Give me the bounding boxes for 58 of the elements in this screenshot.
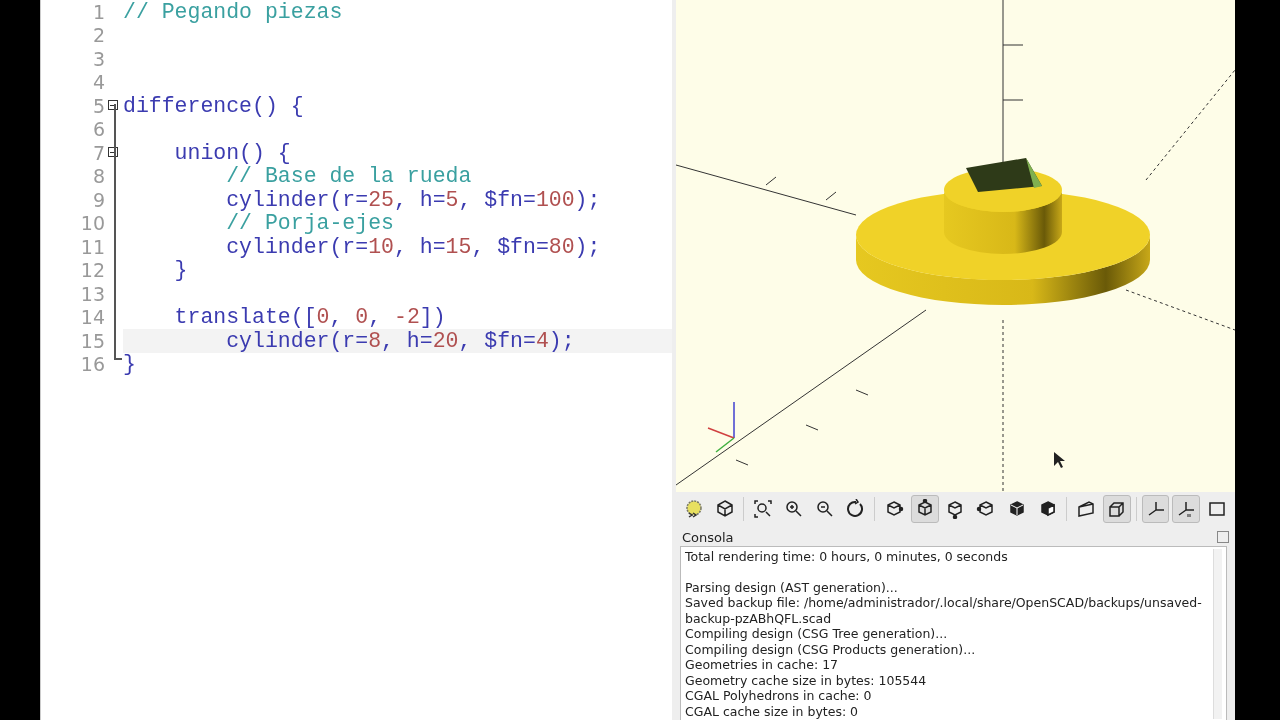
line-number: 2	[91, 24, 105, 47]
code-line: cylinder(r=8, h=20, $fn=4);	[225, 328, 575, 353]
console-line: Geometry cache size in bytes: 105544	[685, 672, 928, 688]
view-top-button[interactable]	[910, 495, 939, 523]
console-line: Geometries in cache: 17	[685, 657, 840, 673]
axes-button[interactable]	[1141, 495, 1170, 523]
cursor-icon	[1054, 452, 1065, 468]
code-line: }	[173, 258, 188, 283]
orthogonal-icon	[1106, 499, 1127, 519]
code-line: // Porja-ejes	[225, 211, 394, 236]
render-cube-icon	[714, 499, 735, 519]
fold-toggle-icon[interactable]	[108, 100, 118, 110]
line-number: 3	[91, 47, 105, 70]
line-number: 16	[79, 353, 105, 376]
line-number: 14	[79, 306, 105, 329]
code-line: cylinder(r=25, h=5, $fn=100);	[225, 187, 601, 212]
orthogonal-button[interactable]	[1103, 495, 1131, 523]
reset-view-icon	[845, 499, 866, 519]
perspective-icon	[1076, 499, 1097, 519]
line-number: 15	[79, 329, 105, 352]
fold-toggle-icon[interactable]	[108, 147, 118, 157]
console-line: Compiling design (CSG Tree generation)...	[685, 626, 949, 642]
line-number: 9	[91, 188, 105, 211]
code-line: // Base de la rueda	[225, 164, 472, 189]
line-number: 5	[91, 94, 105, 117]
code-line: translate([0, 0, -2])	[173, 305, 446, 330]
zoom-fit-icon	[753, 499, 774, 519]
preview-icon	[683, 499, 704, 519]
edges-icon	[1207, 499, 1228, 519]
console-line: CGAL cache size in bytes: 0	[685, 703, 860, 719]
view-right-icon	[884, 499, 905, 519]
code-line: cylinder(r=10, h=15, $fn=80);	[225, 234, 601, 259]
axis-gizmo-icon	[707, 401, 735, 453]
close-icon[interactable]	[1217, 531, 1229, 543]
scale-axes-icon	[1176, 499, 1197, 519]
console-line: CGAL Polyhedrons in cache: 0	[685, 688, 873, 704]
line-number: 12	[79, 259, 105, 282]
line-number: 4	[91, 71, 105, 94]
code-line: // Pegando piezas	[123, 0, 343, 24]
scrollbar[interactable]	[1213, 549, 1222, 719]
line-number: 7	[91, 141, 105, 164]
code-line: union() {	[173, 140, 291, 165]
line-number: 8	[91, 165, 105, 188]
console-line: Total rendering time: 0 hours, 0 minutes, 0 seconds	[685, 549, 1009, 565]
line-number: 11	[79, 235, 105, 258]
zoom-in-icon	[783, 499, 804, 519]
console-line: Saved backup file: /home/administrador/.local/share/OpenSCAD/backups/unsaved-backup-pzABhQFL.scad	[685, 595, 1203, 626]
line-number: 6	[91, 118, 105, 141]
code-line: difference() {	[123, 93, 304, 118]
line-number: 1	[91, 0, 105, 23]
line-number: 13	[79, 282, 105, 305]
zoom-out-icon	[814, 499, 835, 519]
console-line: Parsing design (AST generation)...	[685, 579, 899, 595]
scale-axes-button[interactable]	[1172, 495, 1201, 523]
line-number: 10	[79, 212, 105, 235]
console-line: Compiling design (CSG Products generation)...	[685, 641, 977, 657]
console-title: Consola	[682, 529, 734, 545]
code-line: }	[123, 352, 136, 377]
